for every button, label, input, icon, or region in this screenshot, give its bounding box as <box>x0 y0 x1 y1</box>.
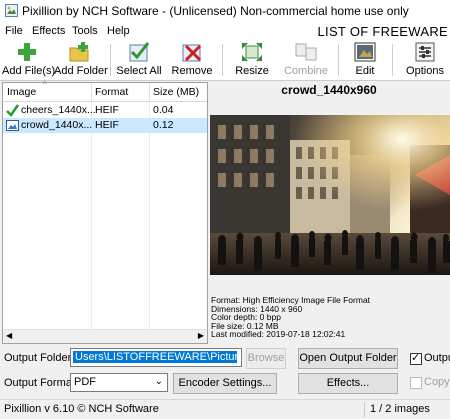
status-bar: Pixillion v 6.10 © NCH Software 1 / 2 im… <box>0 399 450 419</box>
file-list-header: Image ^ Format Size (MB) <box>3 80 207 102</box>
combine-icon <box>295 43 317 61</box>
watermark-text: LIST OF FREEWARE <box>317 24 448 39</box>
sort-up-icon: ^ <box>43 80 47 89</box>
file-list[interactable]: Image ^ Format Size (MB) cheers_1440x...… <box>2 80 208 344</box>
add-files-label: Add File(s) <box>2 65 56 77</box>
output-folder-input[interactable]: Users\LISTOFFREEWARE\Pictures <box>70 348 242 367</box>
chevron-down-icon: ⌄ <box>154 376 163 387</box>
info-last-modified: Last modified: 2019-07-18 12:02:41 <box>211 329 346 340</box>
file-size: 0.04 <box>153 104 174 116</box>
output-folder-value: Users\LISTOFFREEWARE\Pictures <box>73 351 237 363</box>
remove-button[interactable]: Remove <box>168 40 216 80</box>
column-divider[interactable] <box>149 83 150 101</box>
preview-title: crowd_1440x960 <box>281 83 377 97</box>
column-divider[interactable] <box>91 83 92 101</box>
window-title: Pixillion by NCH Software - (Unlicensed)… <box>22 4 409 18</box>
file-name: crowd_1440x... <box>21 119 93 131</box>
output-checkbox[interactable] <box>410 351 422 365</box>
remove-icon <box>182 44 202 62</box>
menu-tools[interactable]: Tools <box>72 25 98 37</box>
combine-button[interactable]: Combine <box>280 40 332 80</box>
table-row[interactable]: cheers_1440x... HEIF 0.04 <box>3 103 207 118</box>
menu-effects[interactable]: Effects <box>32 25 65 37</box>
combine-label: Combine <box>283 65 329 77</box>
toolbar: Add File(s) Add Folder Select All Remove <box>0 40 450 81</box>
column-header-format[interactable]: Format <box>95 86 128 98</box>
horizontal-scrollbar[interactable]: ◀ ▶ <box>3 329 207 343</box>
folder-add-icon <box>69 42 89 62</box>
resize-button[interactable]: Resize <box>230 40 274 80</box>
select-all-button[interactable]: Select All <box>114 40 164 80</box>
scroll-right-icon[interactable]: ▶ <box>198 331 204 340</box>
toolbar-separator <box>338 44 339 76</box>
remove-label: Remove <box>171 65 213 77</box>
app-icon <box>5 4 18 17</box>
toolbar-separator <box>222 44 223 76</box>
output-folder-label: Output Folder: <box>4 352 75 364</box>
image-info: Format: High Efficiency Image File Forma… <box>211 296 370 339</box>
output-format-select[interactable]: PDF ⌄ <box>70 373 168 392</box>
select-all-icon <box>129 42 150 62</box>
encoder-settings-button[interactable]: Encoder Settings... <box>173 373 277 394</box>
options-icon <box>415 42 435 62</box>
options-label: Options <box>406 65 444 77</box>
menu-bar: File Effects Tools Help LIST OF FREEWARE <box>0 22 450 40</box>
menu-help[interactable]: Help <box>107 25 130 37</box>
effects-button[interactable]: Effects... <box>298 373 398 394</box>
file-name: cheers_1440x... <box>21 104 96 116</box>
status-divider <box>364 402 365 417</box>
column-header-image[interactable]: Image <box>7 86 36 98</box>
open-output-folder-button[interactable]: Open Output Folder <box>298 348 398 369</box>
preview-image <box>210 115 450 275</box>
column-line <box>149 101 150 341</box>
table-row[interactable]: crowd_1440x... HEIF 0.12 <box>3 118 207 133</box>
status-version: Pixillion v 6.10 © NCH Software <box>4 403 159 415</box>
check-icon <box>6 104 19 117</box>
scroll-left-icon[interactable]: ◀ <box>6 331 12 340</box>
add-folder-button[interactable]: Add Folder <box>54 40 108 80</box>
plus-icon <box>18 43 36 61</box>
output-format-value: PDF <box>74 376 96 388</box>
title-bar: Pixillion by NCH Software - (Unlicensed)… <box>0 0 450 22</box>
output-format-label: Output Format: <box>4 377 78 389</box>
options-button[interactable]: Options <box>402 40 448 80</box>
output-checkbox-label: Outpu <box>424 352 450 364</box>
status-image-count: 1 / 2 images <box>370 403 430 415</box>
image-file-icon <box>6 120 19 131</box>
browse-button[interactable]: Browse <box>246 348 286 369</box>
edit-icon <box>354 42 376 62</box>
edit-label: Edit <box>355 65 375 77</box>
resize-label: Resize <box>235 65 269 77</box>
copy-checkbox[interactable] <box>410 377 422 389</box>
file-size: 0.12 <box>153 119 174 131</box>
menu-file[interactable]: File <box>5 25 23 37</box>
file-format: HEIF <box>95 119 119 131</box>
add-files-button[interactable]: Add File(s) <box>2 40 56 80</box>
edit-button[interactable]: Edit <box>345 40 385 80</box>
toolbar-separator <box>110 44 111 76</box>
copy-checkbox-label: Copy f <box>424 376 450 388</box>
column-header-size[interactable]: Size (MB) <box>153 86 199 98</box>
select-all-label: Select All <box>116 65 162 77</box>
add-folder-label: Add Folder <box>54 65 108 77</box>
column-line <box>91 101 92 341</box>
resize-icon <box>242 43 262 61</box>
toolbar-separator <box>392 44 393 76</box>
file-format: HEIF <box>95 104 119 116</box>
